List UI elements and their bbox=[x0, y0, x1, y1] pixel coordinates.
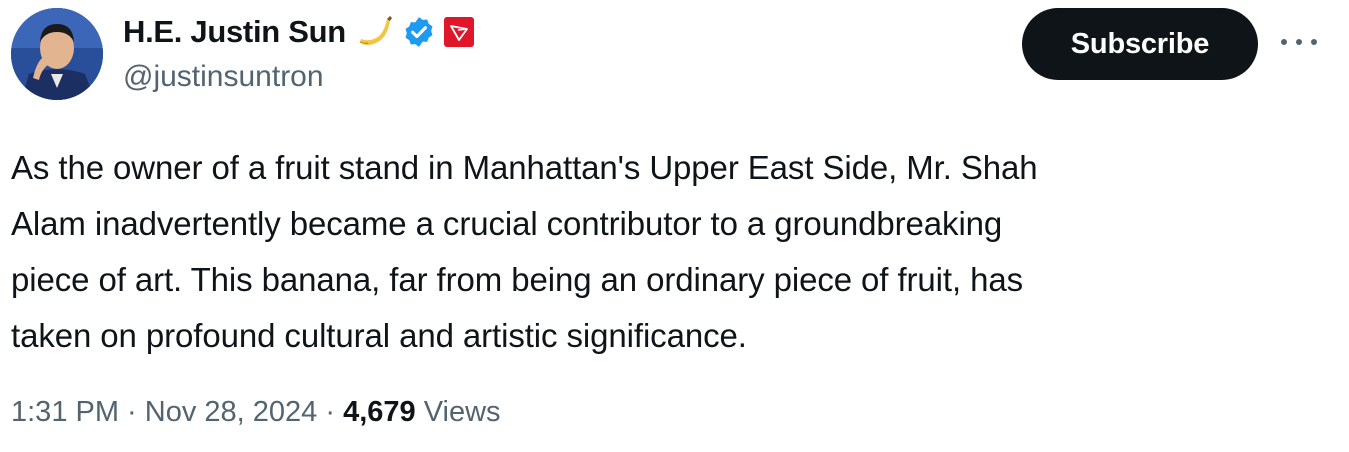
subscribe-button[interactable]: Subscribe bbox=[1022, 8, 1258, 80]
meta-separator: · bbox=[119, 396, 145, 428]
more-options-icon[interactable] bbox=[1281, 30, 1317, 54]
meta-separator: · bbox=[317, 396, 344, 428]
tweet-date[interactable]: Nov 28, 2024 bbox=[145, 396, 318, 428]
display-name[interactable]: H.E. Justin Sun bbox=[123, 14, 346, 50]
more-dot bbox=[1296, 39, 1302, 45]
tweet-text: As the owner of a fruit stand in Manhatt… bbox=[11, 149, 1038, 354]
author-name-row: H.E. Justin Sun bbox=[123, 12, 474, 52]
banana-emoji-icon bbox=[354, 14, 394, 50]
avatar[interactable] bbox=[11, 8, 103, 100]
tweet-time[interactable]: 1:31 PM bbox=[11, 396, 119, 428]
views-count: 4,679 bbox=[343, 396, 416, 428]
tweet-meta: 1:31 PM · Nov 28, 2024 · 4,679 Views bbox=[11, 396, 501, 429]
more-dot bbox=[1281, 39, 1287, 45]
author-handle[interactable]: @justinsuntron bbox=[123, 60, 324, 94]
verified-badge-icon[interactable] bbox=[402, 15, 436, 49]
avatar-image bbox=[11, 8, 103, 100]
tron-logo-icon[interactable] bbox=[443, 17, 474, 47]
more-dot bbox=[1311, 39, 1317, 45]
views-label: Views bbox=[415, 396, 501, 428]
